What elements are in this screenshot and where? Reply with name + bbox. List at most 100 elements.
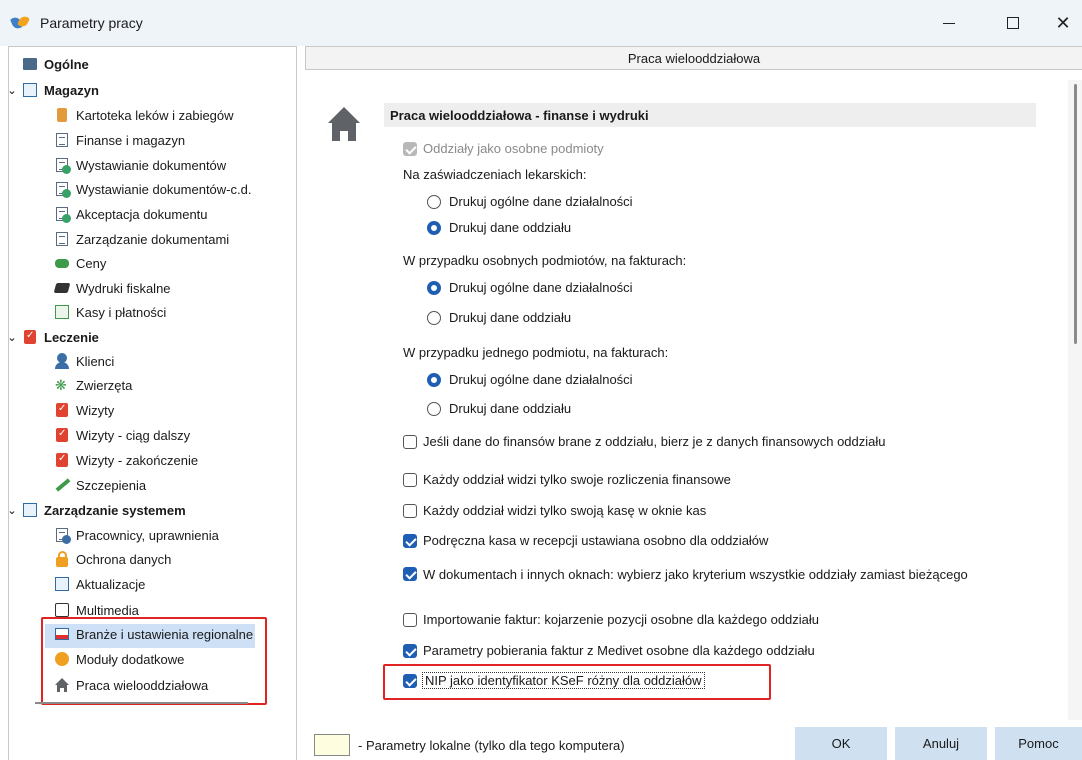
tree-item[interactable]: Wizyty (54, 398, 114, 422)
users-icon (54, 527, 71, 544)
medivet-params-checkbox[interactable]: Parametry pobierania faktur z Medivet os… (403, 643, 815, 658)
tree-item-label: Klienci (76, 353, 115, 369)
cancel-button[interactable]: Anuluj (895, 727, 987, 760)
tree-item[interactable]: Wizyty - ciąg dalszy (54, 423, 190, 447)
radio-label: Drukuj dane oddziału (449, 401, 572, 416)
ok-button[interactable]: OK (795, 727, 887, 760)
checkbox-box (403, 434, 417, 449)
petty-cash-checkbox[interactable]: Podręczna kasa w recepcji ustawiana osob… (403, 533, 768, 548)
checkbox-box (403, 533, 417, 548)
paw-icon: ❋ (55, 377, 67, 393)
tree-item[interactable]: ⌄ Zarządzanie systemem (7, 498, 186, 522)
cert-general-radio[interactable]: Drukuj ogólne dane działalności (427, 194, 633, 209)
system-icon (22, 502, 38, 518)
tree-item[interactable]: Klienci (54, 349, 114, 373)
tree-item[interactable]: ⌄ Leczenie (7, 325, 99, 349)
app-logo-icon (9, 14, 32, 32)
finance-data-checkbox[interactable]: Jeśli dane do finansów brane z oddziału,… (403, 434, 886, 449)
tree-item-label: Ogólne (44, 56, 89, 72)
checkbox-box (403, 503, 417, 518)
tree-item-label: Kartoteka leków i zabiegów (76, 107, 234, 123)
tree-item[interactable]: Wizyty - zakończenie (54, 448, 198, 472)
tree-item[interactable]: Zarządzanie dokumentami (54, 227, 229, 251)
checkbox-box (403, 472, 417, 487)
import-invoices-checkbox[interactable]: Importowanie faktur: kojarzenie pozycji … (403, 612, 819, 627)
help-button[interactable]: Pomoc (995, 727, 1082, 760)
tree-item-label: Zarządzanie systemem (44, 502, 186, 518)
tree-item[interactable]: Aktualizacje (54, 572, 145, 596)
document-add-icon (54, 181, 71, 198)
radio-label: Drukuj dane oddziału (449, 220, 572, 235)
own-settlements-checkbox[interactable]: Każdy oddział widzi tylko swoje rozlicze… (403, 472, 731, 487)
tree-item-label: Wystawianie dokumentów (76, 157, 227, 173)
tree-item[interactable]: Wystawianie dokumentów (54, 153, 226, 177)
syringe-icon (54, 477, 71, 493)
radio-label: Drukuj dane oddziału (449, 310, 572, 325)
clipboard-icon (54, 452, 70, 468)
separate-entities-checkbox: Oddziały jako osobne podmioty (403, 141, 604, 156)
own-cash-checkbox[interactable]: Każdy oddział widzi tylko swoją kasę w o… (403, 503, 706, 518)
all-branches-checkbox[interactable]: W dokumentach i innych oknach: wybierz j… (403, 566, 993, 583)
clipboard-icon (54, 427, 70, 443)
close-icon: ✕ (1055, 12, 1071, 33)
tree-item[interactable]: ❋ Zwierzęta (54, 373, 132, 397)
tree-item-label: Akceptacja dokumentu (76, 206, 208, 222)
maximize-icon (1007, 17, 1019, 29)
close-button[interactable]: ✕ (1040, 0, 1082, 46)
checkbox-label: Każdy oddział widzi tylko swoje rozlicze… (423, 472, 731, 487)
tree-item-label: Szczepienia (76, 477, 147, 493)
document-add-icon (54, 157, 71, 174)
tree-horizontal-scrollbar[interactable] (35, 702, 248, 704)
checkbox-box (403, 567, 417, 581)
tree-item-label: Zwierzęta (76, 377, 133, 393)
tree-item[interactable]: Ceny (54, 251, 106, 275)
tree-item[interactable]: Finanse i magazyn (54, 128, 185, 152)
checkbox-label: Parametry pobierania faktur z Medivet os… (423, 643, 815, 658)
radio-circle (427, 220, 441, 235)
cash-register-icon (54, 304, 70, 320)
tree-item-label: Magazyn (44, 82, 99, 98)
minimize-button[interactable] (926, 0, 972, 46)
window-title: Parametry pracy (40, 15, 143, 31)
sep-general-radio[interactable]: Drukuj ogólne dane działalności (427, 280, 633, 295)
radio-label: Drukuj ogólne dane działalności (449, 372, 633, 387)
certificates-label: Na zaświadczeniach lekarskich: (403, 167, 587, 182)
tree-item-label: Wydruki fiskalne (76, 280, 171, 296)
checkbox-box (403, 141, 417, 156)
panel-header: Praca wielooddziałowa (305, 47, 1082, 70)
tree-item[interactable]: Pracownicy, uprawnienia (54, 523, 219, 547)
tree-item-label: Kasy i płatności (76, 304, 167, 320)
tree-item-label: Wystawianie dokumentów-c.d. (76, 181, 252, 197)
tree-item-label: Aktualizacje (76, 576, 146, 592)
single-general-radio[interactable]: Drukuj ogólne dane działalności (427, 372, 633, 387)
maximize-button[interactable] (990, 0, 1036, 46)
cert-branch-radio[interactable]: Drukuj dane oddziału (427, 220, 571, 235)
tree-item[interactable]: Wydruki fiskalne (53, 276, 171, 300)
single-branch-radio[interactable]: Drukuj dane oddziału (427, 401, 571, 416)
minimize-icon (943, 22, 955, 24)
clipboard-icon (54, 402, 70, 418)
tree-item[interactable]: Wystawianie dokumentów-c.d. (54, 177, 251, 201)
tree-item[interactable]: Kartoteka leków i zabiegów (54, 103, 234, 127)
chevron-down-icon[interactable]: ⌄ (6, 331, 18, 344)
database-icon (22, 56, 38, 72)
tree-item-label: Wizyty (76, 402, 115, 418)
tree-item[interactable]: Szczepienia (54, 473, 146, 497)
vertical-scrollbar-thumb[interactable] (1074, 84, 1077, 344)
tree-item-label: Ceny (76, 255, 107, 271)
tree-item[interactable]: Ochrona danych (54, 547, 171, 571)
tree-item-label: Finanse i magazyn (76, 132, 186, 148)
sep-branch-radio[interactable]: Drukuj dane oddziału (427, 310, 571, 325)
chevron-down-icon[interactable]: ⌄ (6, 504, 18, 517)
coins-icon (54, 255, 70, 271)
tree-item[interactable]: Ogólne (22, 52, 89, 76)
single-invoices-label: W przypadku jednego podmiotu, na faktura… (403, 345, 669, 360)
tree-item[interactable]: Kasy i płatności (54, 300, 166, 324)
radio-label: Drukuj ogólne dane działalności (449, 280, 633, 295)
tree-item[interactable]: ⌄ Magazyn (7, 78, 99, 102)
checkbox-box (403, 612, 417, 627)
document-add-icon (54, 206, 71, 223)
radio-circle (427, 401, 441, 416)
tree-item[interactable]: Akceptacja dokumentu (54, 202, 208, 226)
chevron-down-icon[interactable]: ⌄ (6, 84, 18, 97)
